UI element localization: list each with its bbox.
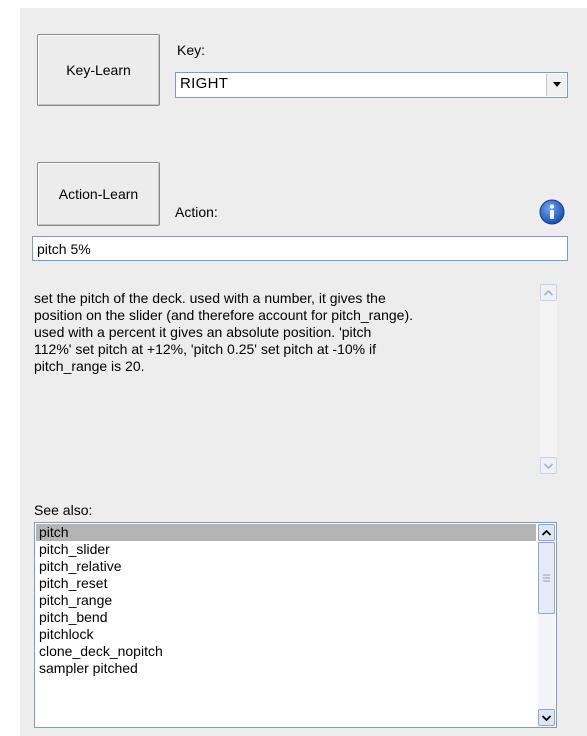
key-select-value: RIGHT <box>180 75 229 92</box>
action-editor-panel: Key-Learn Key: RIGHT Action-Learn Action… <box>20 8 587 736</box>
see-also-items: pitch pitch_slider pitch_relative pitch_res… <box>36 524 536 677</box>
action-description: set the pitch of the deck. used with a n… <box>34 290 414 374</box>
action-learn-button[interactable]: Action-Learn <box>37 162 160 226</box>
description-scrollbar[interactable] <box>540 284 557 474</box>
scroll-down-icon[interactable] <box>540 457 557 474</box>
list-item[interactable]: pitch_range <box>36 592 536 609</box>
scroll-thumb[interactable] <box>538 542 555 614</box>
scroll-up-icon[interactable] <box>538 524 555 541</box>
key-learn-label: Key-Learn <box>66 62 131 78</box>
action-input[interactable] <box>32 236 568 261</box>
list-item[interactable]: pitch <box>36 524 536 541</box>
list-item[interactable]: pitch_slider <box>36 541 536 558</box>
key-label: Key: <box>177 42 206 58</box>
info-icon[interactable] <box>539 199 565 225</box>
list-item[interactable]: pitch_relative <box>36 558 536 575</box>
see-also-scrollbar[interactable] <box>538 524 555 726</box>
list-item[interactable]: sampler pitched <box>36 660 536 677</box>
list-item[interactable]: clone_deck_nopitch <box>36 643 536 660</box>
list-item[interactable]: pitchlock <box>36 626 536 643</box>
scroll-up-icon[interactable] <box>540 284 557 301</box>
key-select[interactable]: RIGHT <box>175 72 568 98</box>
key-learn-button[interactable]: Key-Learn <box>37 34 160 106</box>
see-also-label: See also: <box>34 502 93 518</box>
list-item[interactable]: pitch_bend <box>36 609 536 626</box>
chevron-down-icon[interactable] <box>546 74 566 96</box>
scroll-down-icon[interactable] <box>538 709 555 726</box>
action-label: Action: <box>175 204 218 220</box>
list-item[interactable]: pitch_reset <box>36 575 536 592</box>
see-also-list[interactable]: pitch pitch_slider pitch_relative pitch_res… <box>34 522 557 728</box>
action-learn-label: Action-Learn <box>58 186 139 202</box>
